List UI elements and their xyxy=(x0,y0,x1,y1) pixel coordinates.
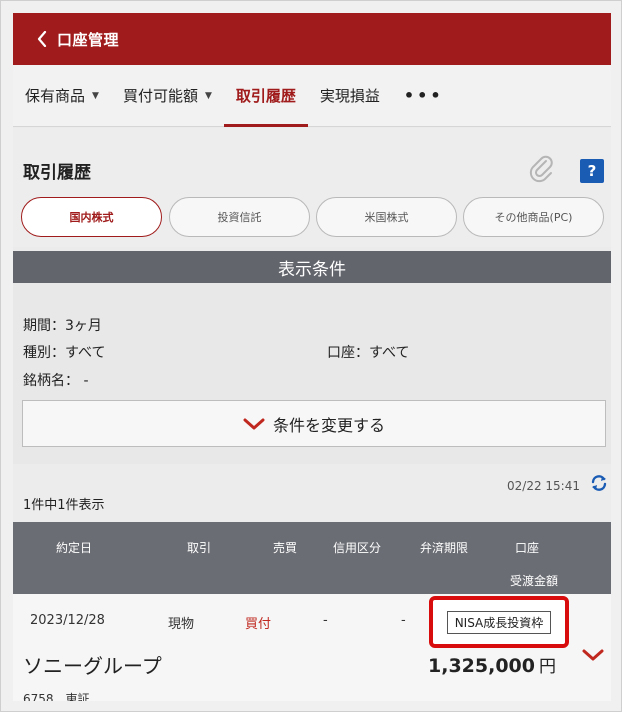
app-screen: 口座管理 保有商品 ▼ 買付可能額 ▼ 取引履歴 実現損益 ••• 取引履歴 ?… xyxy=(13,13,611,701)
row-trade-date: 2023/12/28 xyxy=(30,613,105,628)
expand-chevron-icon[interactable] xyxy=(581,648,605,664)
table-row[interactable]: 2023/12/28 現物 買付 - - NISA成長投資枠 ソニーグループ 1… xyxy=(13,594,611,701)
header-title[interactable]: 口座管理 xyxy=(57,29,119,50)
change-conditions-label: 条件を変更する xyxy=(272,415,385,435)
column-header-settlement-amount: 受渡金額 xyxy=(510,574,559,588)
conditions-panel: 期間：3ヶ月 種別：すべて 口座：すべて 銘柄名： - 条件を変更する xyxy=(13,283,611,477)
tab-realized-pl[interactable]: 実現損益 xyxy=(308,65,392,127)
tab-label: 取引履歴 xyxy=(235,87,296,105)
row-margin-type: - xyxy=(323,613,328,628)
column-header-trade-date: 約定日 xyxy=(56,541,93,555)
updated-timestamp: 02/22 15:41 xyxy=(507,479,580,493)
chevron-down-icon xyxy=(243,418,265,430)
tab-label: 保有商品 xyxy=(25,87,86,105)
screenshot-frame: 口座管理 保有商品 ▼ 買付可能額 ▼ 取引履歴 実現損益 ••• 取引履歴 ?… xyxy=(0,0,622,712)
tab-label: 実現損益 xyxy=(319,87,380,105)
segment-us-stocks[interactable]: 米国株式 xyxy=(316,197,457,237)
condition-type: 種別：すべて xyxy=(23,345,106,361)
tab-holdings[interactable]: 保有商品 ▼ xyxy=(13,65,111,127)
condition-account: 口座：すべて xyxy=(327,345,410,361)
conditions-band-title: 表示条件 xyxy=(13,251,611,283)
page-title: 取引履歴 xyxy=(23,163,91,183)
segment-mutual-funds[interactable]: 投資信託 xyxy=(169,197,310,237)
condition-symbol: 銘柄名： - xyxy=(23,373,89,389)
row-trade-type: 現物 xyxy=(168,617,195,632)
tab-label: 買付可能額 xyxy=(122,87,198,105)
more-icon[interactable]: ••• xyxy=(392,65,456,127)
product-segment-control: 国内株式 投資信託 米国株式 その他商品(PC) xyxy=(13,197,611,247)
change-conditions-button[interactable]: 条件を変更する xyxy=(22,400,606,447)
column-header-margin-type: 信用区分 xyxy=(333,541,382,555)
caret-down-icon: ▼ xyxy=(204,90,212,101)
section-header: 取引履歴 ? xyxy=(13,128,611,208)
results-header: 1件中1件表示 02/22 15:41 xyxy=(13,464,611,522)
row-settlement-amount: 1,325,000 円 xyxy=(428,652,556,677)
segment-other-products[interactable]: その他商品(PC) xyxy=(463,197,604,237)
paperclip-icon[interactable] xyxy=(527,154,557,184)
column-header-side: 売買 xyxy=(273,541,298,555)
result-count: 1件中1件表示 xyxy=(23,498,105,513)
amount-currency: 円 xyxy=(538,657,556,677)
row-side: 買付 xyxy=(245,617,272,632)
column-header-trade: 取引 xyxy=(187,541,212,555)
tab-bar: 保有商品 ▼ 買付可能額 ▼ 取引履歴 実現損益 ••• xyxy=(13,65,611,127)
row-code-market: 6758 東証 xyxy=(23,692,90,701)
segment-domestic-stocks[interactable]: 国内株式 xyxy=(21,197,162,237)
caret-down-icon: ▼ xyxy=(92,90,99,101)
row-due-date: - xyxy=(401,613,406,628)
help-icon[interactable]: ? xyxy=(580,159,604,183)
app-header: 口座管理 xyxy=(13,13,611,65)
tab-buying-power[interactable]: 買付可能額 ▼ xyxy=(111,65,224,127)
column-header-account: 口座 xyxy=(515,541,540,555)
column-header-due-date: 弁済期限 xyxy=(420,541,469,555)
row-account-badge: NISA成長投資枠 xyxy=(446,610,552,634)
chevron-left-icon[interactable] xyxy=(35,31,49,47)
amount-value: 1,325,000 xyxy=(428,655,535,677)
account-highlight-box: NISA成長投資枠 xyxy=(429,596,569,648)
tab-trade-history[interactable]: 取引履歴 xyxy=(223,65,308,127)
refresh-icon[interactable] xyxy=(590,474,608,492)
row-security-name[interactable]: ソニーグループ xyxy=(23,650,162,679)
condition-period: 期間：3ヶ月 xyxy=(23,318,102,334)
table-header: 約定日 取引 売買 信用区分 弁済期限 口座 受渡金額 xyxy=(13,522,611,594)
